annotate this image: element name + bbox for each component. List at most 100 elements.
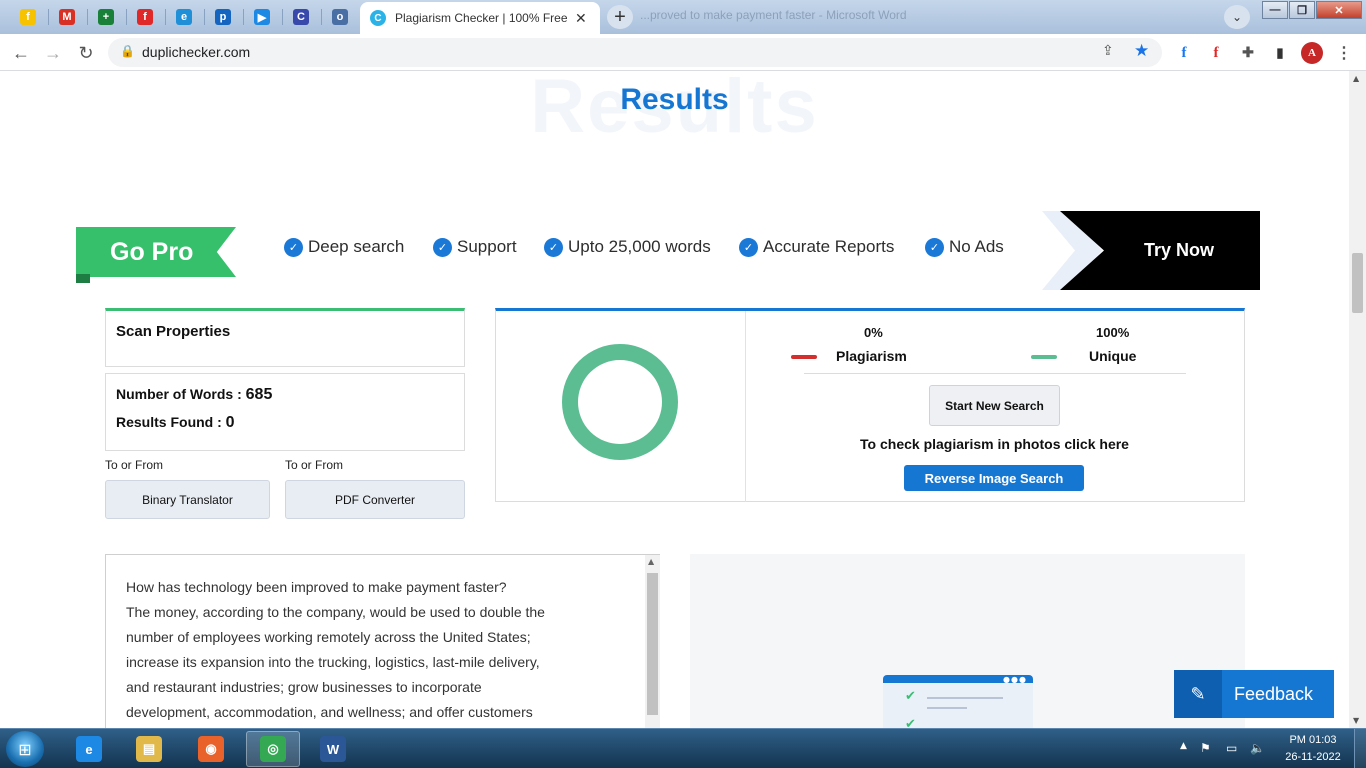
- tab-strip: f M + f e p ▶ Co C Plagiarism Checker | 100% Fr…: [0, 0, 1366, 34]
- scroll-up-icon[interactable]: ▲: [648, 557, 654, 566]
- start-new-search-button[interactable]: Start New Search: [929, 385, 1060, 426]
- pinned-tab[interactable]: C: [283, 4, 319, 30]
- tray-expand-icon[interactable]: ▲: [1180, 741, 1187, 751]
- facebook-extension-icon[interactable]: f: [1173, 42, 1195, 64]
- pdf-converter-button[interactable]: PDF Converter: [285, 480, 465, 519]
- feature-support: ✓ Support: [433, 237, 517, 257]
- go-pro-badge[interactable]: Go Pro: [76, 227, 236, 277]
- scroll-thumb[interactable]: [1352, 253, 1363, 313]
- checklist-illustration: ●●● ✔ ✔: [883, 675, 1033, 728]
- owl-icon: o: [332, 9, 348, 25]
- bookmark-star-icon[interactable]: ★: [1134, 41, 1149, 61]
- pinned-tab[interactable]: p: [205, 4, 241, 30]
- content-line: The money, according to the company, wou…: [126, 604, 545, 620]
- clock-date[interactable]: 26-11-2022: [1277, 751, 1349, 763]
- taskbar-app[interactable]: W: [306, 731, 360, 767]
- binary-translator-button[interactable]: Binary Translator: [105, 480, 270, 519]
- scroll-thumb[interactable]: [647, 573, 658, 715]
- sheets-icon: +: [98, 9, 114, 25]
- edge-icon: e: [176, 9, 192, 25]
- browser-menu-icon[interactable]: ⋮: [1333, 42, 1355, 64]
- content-textarea[interactable]: How has technology been improved to make…: [105, 554, 660, 728]
- unique-percent: 100%: [1096, 325, 1130, 340]
- tab-title: Plagiarism Checker | 100% Free and Accur…: [395, 11, 571, 25]
- flipboard-icon: f: [137, 9, 153, 25]
- close-window-button[interactable]: ✕: [1316, 1, 1362, 19]
- feature-accurate-reports: ✓ Accurate Reports: [739, 237, 894, 257]
- pinned-tab[interactable]: +: [88, 4, 124, 30]
- content-line: increase its expansion into the trucking…: [126, 654, 540, 670]
- tool-caption: To or From: [285, 458, 344, 472]
- clock-time[interactable]: PM 01:03: [1283, 734, 1343, 746]
- play-icon: ▶: [254, 9, 270, 25]
- taskbar-app[interactable]: e: [62, 731, 116, 767]
- tab-close-icon[interactable]: ✕: [575, 10, 587, 27]
- side-panel-icon[interactable]: ▮: [1269, 42, 1291, 64]
- arrow-left-icon: ←: [12, 42, 30, 63]
- pinned-tab[interactable]: f: [127, 4, 163, 30]
- feature-word-limit: ✓ Upto 25,000 words: [544, 237, 711, 257]
- unique-swatch: [1031, 355, 1057, 359]
- word-count: Number of Words : 685: [116, 386, 273, 403]
- feedback-icon: ✎: [1174, 670, 1222, 718]
- volume-icon[interactable]: 🔈: [1250, 741, 1265, 755]
- pinned-tab[interactable]: o: [322, 4, 358, 30]
- feedback-button[interactable]: ✎ Feedback: [1174, 670, 1334, 718]
- network-icon[interactable]: ▭: [1226, 741, 1237, 755]
- feature-deep-search: ✓ Deep search: [284, 237, 404, 257]
- result-panel: 0% 100% Plagiarism Unique Start New Sear…: [495, 308, 1245, 502]
- taskbar: ⊞ e ▤ ◉ ◎ W ▲ ⚑ ▭ 🔈: [0, 728, 1366, 768]
- pinned-tab[interactable]: ▶: [244, 4, 280, 30]
- scroll-down-icon[interactable]: ▼: [1353, 716, 1359, 725]
- scan-stats-box: Number of Words : 685 Results Found : 0: [105, 373, 465, 451]
- tool-caption: To or From: [105, 458, 164, 472]
- dots-icon: ●●●: [1003, 675, 1027, 684]
- tab-active[interactable]: C Plagiarism Checker | 100% Free and Acc…: [360, 2, 600, 34]
- plagiarism-percent: 0%: [864, 325, 883, 340]
- windows-logo-icon: ⊞: [18, 739, 32, 759]
- taskbar-app[interactable]: ◎: [246, 731, 300, 767]
- profile-avatar[interactable]: A: [1301, 42, 1323, 64]
- uniqueness-donut-chart: [562, 344, 678, 460]
- page-scrollbar[interactable]: ▲ ▼: [1349, 71, 1366, 728]
- action-center-flag-icon[interactable]: ⚑: [1200, 741, 1211, 755]
- taskbar-app[interactable]: ◉: [184, 731, 238, 767]
- check-icon: ✓: [284, 237, 303, 257]
- reverse-image-search-button[interactable]: Reverse Image Search: [904, 465, 1084, 491]
- reload-icon: ↻: [78, 42, 94, 63]
- extensions-puzzle-icon[interactable]: ✚: [1237, 42, 1259, 64]
- flipboard-extension-icon[interactable]: f: [1205, 42, 1227, 64]
- start-button[interactable]: ⊞: [6, 731, 44, 767]
- check-icon: ✓: [925, 237, 944, 257]
- new-tab-button[interactable]: +: [607, 5, 633, 29]
- taskbar-app[interactable]: ▤: [122, 731, 176, 767]
- address-bar[interactable]: 🔒 duplichecker.com ⇪ ★: [108, 38, 1162, 67]
- scroll-up-icon[interactable]: ▲: [1353, 74, 1359, 83]
- go-pro-ribbon-fold: [76, 274, 90, 283]
- check-icon: ✔: [905, 689, 916, 704]
- show-desktop-button[interactable]: [1354, 729, 1366, 768]
- pinned-tab[interactable]: f: [10, 4, 46, 30]
- share-icon[interactable]: ⇪: [1102, 43, 1114, 59]
- reload-button[interactable]: ↻: [74, 41, 98, 65]
- maximize-button[interactable]: ❐: [1289, 1, 1315, 19]
- paytm-icon: p: [215, 9, 231, 25]
- content-line: How has technology been improved to make…: [126, 579, 507, 595]
- browser-toolbar: ← → ↻ 🔒 duplichecker.com ⇪ ★ f f ✚ ▮ A ⋮: [0, 34, 1366, 71]
- unique-label: Unique: [1089, 348, 1137, 364]
- pinned-tab[interactable]: M: [49, 4, 85, 30]
- check-icon: ✓: [739, 237, 758, 257]
- forward-button[interactable]: →: [41, 41, 65, 65]
- minimize-button[interactable]: —: [1262, 1, 1288, 19]
- pinned-tab[interactable]: e: [166, 4, 202, 30]
- url-text[interactable]: duplichecker.com: [142, 44, 250, 60]
- illustration-line: [927, 707, 967, 709]
- content-text: How has technology been improved to make…: [126, 575, 626, 725]
- tab-search-button[interactable]: ⌄: [1224, 5, 1250, 29]
- content-line: number of employees working remotely acr…: [126, 629, 531, 645]
- background-window-title: ...proved to make payment faster - Micro…: [640, 8, 907, 22]
- scan-properties-title: Scan Properties: [116, 323, 231, 340]
- back-button[interactable]: ←: [9, 41, 33, 65]
- arrow-right-icon: →: [44, 42, 62, 63]
- textarea-scrollbar[interactable]: ▲: [645, 555, 660, 728]
